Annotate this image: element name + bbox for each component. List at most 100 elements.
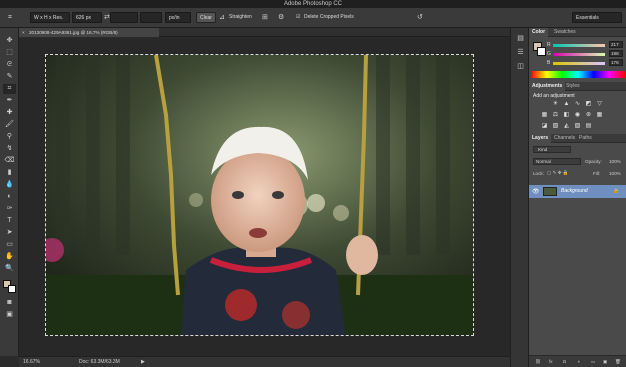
pen-tool-icon[interactable]: ✑ bbox=[3, 204, 16, 214]
slider-b[interactable]: B 176 bbox=[547, 59, 625, 66]
quick-select-tool-icon[interactable]: ✎ bbox=[3, 72, 16, 82]
delete-cropped-checkbox[interactable]: ☑ bbox=[296, 12, 300, 23]
hue-saturation-icon[interactable]: ▦ bbox=[540, 111, 549, 119]
eraser-tool-icon[interactable]: ⌫ bbox=[3, 156, 16, 166]
background-color-swatch[interactable] bbox=[8, 285, 16, 293]
ratio-select[interactable]: W x H x Res. bbox=[30, 12, 70, 23]
layer-thumbnail bbox=[543, 187, 557, 196]
vibrance-icon[interactable]: ▽ bbox=[595, 100, 604, 108]
fill-label: Fill: bbox=[593, 171, 601, 176]
eye-icon[interactable]: 👁 bbox=[532, 188, 540, 195]
layer-row-background[interactable]: 👁 Background 🔒 bbox=[529, 185, 626, 198]
photo-filter-icon[interactable]: ◉ bbox=[573, 111, 582, 119]
slider-b-bar[interactable] bbox=[553, 62, 605, 65]
slider-g-value[interactable]: 198 bbox=[609, 50, 623, 57]
clone-stamp-tool-icon[interactable]: ⚲ bbox=[3, 132, 16, 142]
document-image[interactable] bbox=[45, 54, 474, 336]
move-tool-icon[interactable]: ✥ bbox=[3, 36, 16, 46]
canvas-area[interactable] bbox=[19, 38, 510, 356]
exposure-icon[interactable]: ◩ bbox=[584, 100, 593, 108]
history-icon[interactable]: ▤ bbox=[514, 34, 527, 44]
lock-icons[interactable]: ▢ ✎ ✥ 🔒 bbox=[547, 170, 569, 176]
fill-value[interactable]: 100% bbox=[609, 171, 621, 176]
clear-button[interactable]: Clear bbox=[196, 12, 216, 23]
history-brush-tool-icon[interactable]: ↯ bbox=[3, 144, 16, 154]
gear-icon[interactable]: ⚙ bbox=[278, 12, 284, 23]
hand-tool-icon[interactable]: ✋ bbox=[3, 252, 16, 262]
slider-g-bar[interactable] bbox=[553, 53, 605, 56]
adjustments-heading: Add an adjustment bbox=[533, 93, 575, 99]
overlay-grid-icon[interactable]: ⊞ bbox=[262, 12, 268, 23]
unit-select[interactable]: px/in bbox=[165, 12, 191, 23]
straighten-label[interactable]: Straighten bbox=[229, 12, 252, 23]
slider-r-bar[interactable] bbox=[553, 44, 605, 47]
channel-mixer-icon[interactable]: ⊛ bbox=[584, 111, 593, 119]
actions-icon[interactable]: ◫ bbox=[514, 62, 527, 72]
slider-g[interactable]: G 198 bbox=[547, 50, 625, 57]
quick-mask-icon[interactable]: ◙ bbox=[3, 298, 16, 308]
gradient-tool-icon[interactable]: ▮ bbox=[3, 168, 16, 178]
link-layers-icon[interactable]: ⛓ bbox=[535, 359, 541, 365]
crop-tool-icon[interactable]: ⌗ bbox=[8, 12, 12, 23]
tab-channels[interactable]: Channels bbox=[551, 134, 578, 143]
zoom-level[interactable]: 16.67% bbox=[23, 359, 40, 365]
workspace-select[interactable]: Essentials bbox=[572, 12, 622, 23]
document-tab[interactable]: × 20130908-429A9361.jpg @ 16.7% (RGB/8) bbox=[19, 28, 159, 37]
reset-icon[interactable]: ↺ bbox=[417, 12, 423, 23]
crop-tool-icon-active[interactable]: ⌗ bbox=[3, 84, 16, 94]
black-white-icon[interactable]: ◧ bbox=[562, 111, 571, 119]
slider-r-value[interactable]: 217 bbox=[609, 41, 623, 48]
color-spectrum-ramp[interactable] bbox=[531, 71, 625, 78]
layer-name[interactable]: Background bbox=[561, 188, 588, 194]
healing-tool-icon[interactable]: ✚ bbox=[3, 108, 16, 118]
folder-icon[interactable]: ▭ bbox=[591, 359, 595, 365]
curves-icon[interactable]: ∿ bbox=[573, 100, 582, 108]
trash-icon[interactable]: 🗑 bbox=[615, 359, 621, 365]
path-select-tool-icon[interactable]: ➤ bbox=[3, 228, 16, 238]
tab-color[interactable]: Color bbox=[529, 28, 549, 37]
status-bar: 16.67% Doc: 63.3M/63.3M ▶ bbox=[19, 356, 510, 367]
close-icon[interactable]: × bbox=[22, 28, 25, 37]
shape-tool-icon[interactable]: ▭ bbox=[3, 240, 16, 250]
blend-mode-select[interactable]: Normal bbox=[533, 158, 581, 165]
posterize-icon[interactable]: ▨ bbox=[551, 122, 560, 130]
type-tool-icon[interactable]: T bbox=[3, 216, 16, 226]
resolution-field[interactable] bbox=[140, 12, 162, 23]
gradient-map-icon[interactable]: ▤ bbox=[584, 122, 593, 130]
selective-color-icon[interactable]: ▧ bbox=[573, 122, 582, 130]
opacity-value[interactable]: 100% bbox=[609, 159, 621, 164]
eyedropper-tool-icon[interactable]: ✒ bbox=[3, 96, 16, 106]
layer-kind-filter[interactable]: Kind bbox=[533, 146, 571, 153]
properties-icon[interactable]: ☰ bbox=[514, 48, 527, 58]
zoom-tool-icon[interactable]: 🔍 bbox=[3, 264, 16, 274]
slider-b-value[interactable]: 176 bbox=[609, 59, 623, 66]
straighten-icon[interactable]: ⊿ bbox=[219, 12, 225, 23]
marquee-tool-icon[interactable]: ⬚ bbox=[3, 48, 16, 58]
new-layer-icon[interactable]: ▣ bbox=[603, 359, 607, 365]
color-background-swatch[interactable] bbox=[537, 47, 546, 56]
brush-tool-icon[interactable]: 🖌 bbox=[3, 120, 16, 130]
slider-r[interactable]: R 217 bbox=[547, 41, 625, 48]
blur-tool-icon[interactable]: 💧 bbox=[3, 180, 16, 190]
color-balance-icon[interactable]: ⚖ bbox=[551, 111, 560, 119]
tab-styles[interactable]: Styles bbox=[563, 82, 583, 91]
mask-icon[interactable]: ◘ bbox=[563, 359, 566, 364]
tab-paths[interactable]: Paths bbox=[576, 134, 595, 143]
levels-icon[interactable]: ▲ bbox=[562, 100, 571, 108]
status-arrow-icon[interactable]: ▶ bbox=[141, 359, 145, 365]
brightness-icon[interactable]: ☀ bbox=[551, 100, 560, 108]
adjustment-layer-icon[interactable]: ◑ bbox=[577, 359, 580, 364]
invert-icon[interactable]: ◪ bbox=[540, 122, 549, 130]
fx-icon[interactable]: fx bbox=[549, 359, 553, 364]
width-field[interactable]: 626 px bbox=[72, 12, 102, 23]
screen-mode-icon[interactable]: ▣ bbox=[3, 310, 16, 320]
tab-swatches[interactable]: Swatches bbox=[551, 28, 579, 37]
threshold-icon[interactable]: ◭ bbox=[562, 122, 571, 130]
color-lookup-icon[interactable]: ▦ bbox=[595, 111, 604, 119]
lasso-tool-icon[interactable]: ᘓ bbox=[3, 60, 16, 70]
swap-icon[interactable]: ⇄ bbox=[104, 12, 110, 23]
tab-adjustments[interactable]: Adjustments bbox=[529, 82, 566, 91]
height-field[interactable] bbox=[110, 12, 138, 23]
tab-layers[interactable]: Layers bbox=[529, 134, 552, 143]
dodge-tool-icon[interactable]: ◐ bbox=[3, 192, 16, 202]
